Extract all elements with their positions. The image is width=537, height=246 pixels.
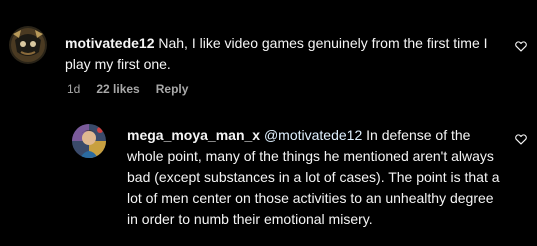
avatar-image xyxy=(9,26,47,64)
reply-mention[interactable]: @motivatede12 xyxy=(264,127,362,143)
heart-icon[interactable] xyxy=(514,132,528,146)
comment-time: 1d xyxy=(67,82,81,96)
likes-count[interactable]: 22 likes xyxy=(96,82,139,96)
reply-username[interactable]: mega_moya_man_x xyxy=(127,127,260,143)
avatar-motivatede12[interactable] xyxy=(9,26,47,64)
avatar-mega-moya-man-x[interactable] xyxy=(72,124,106,158)
reply-body: mega_moya_man_x @motivatede12 In defense… xyxy=(127,125,507,230)
comment-meta: 1d 22 likes Reply xyxy=(67,82,188,96)
avatar-image xyxy=(72,124,106,158)
comment-body: motivatede12 Nah, I like video games gen… xyxy=(65,33,515,75)
comment-username[interactable]: motivatede12 xyxy=(65,35,154,51)
reply-button[interactable]: Reply xyxy=(156,82,189,96)
heart-icon[interactable] xyxy=(514,39,528,53)
